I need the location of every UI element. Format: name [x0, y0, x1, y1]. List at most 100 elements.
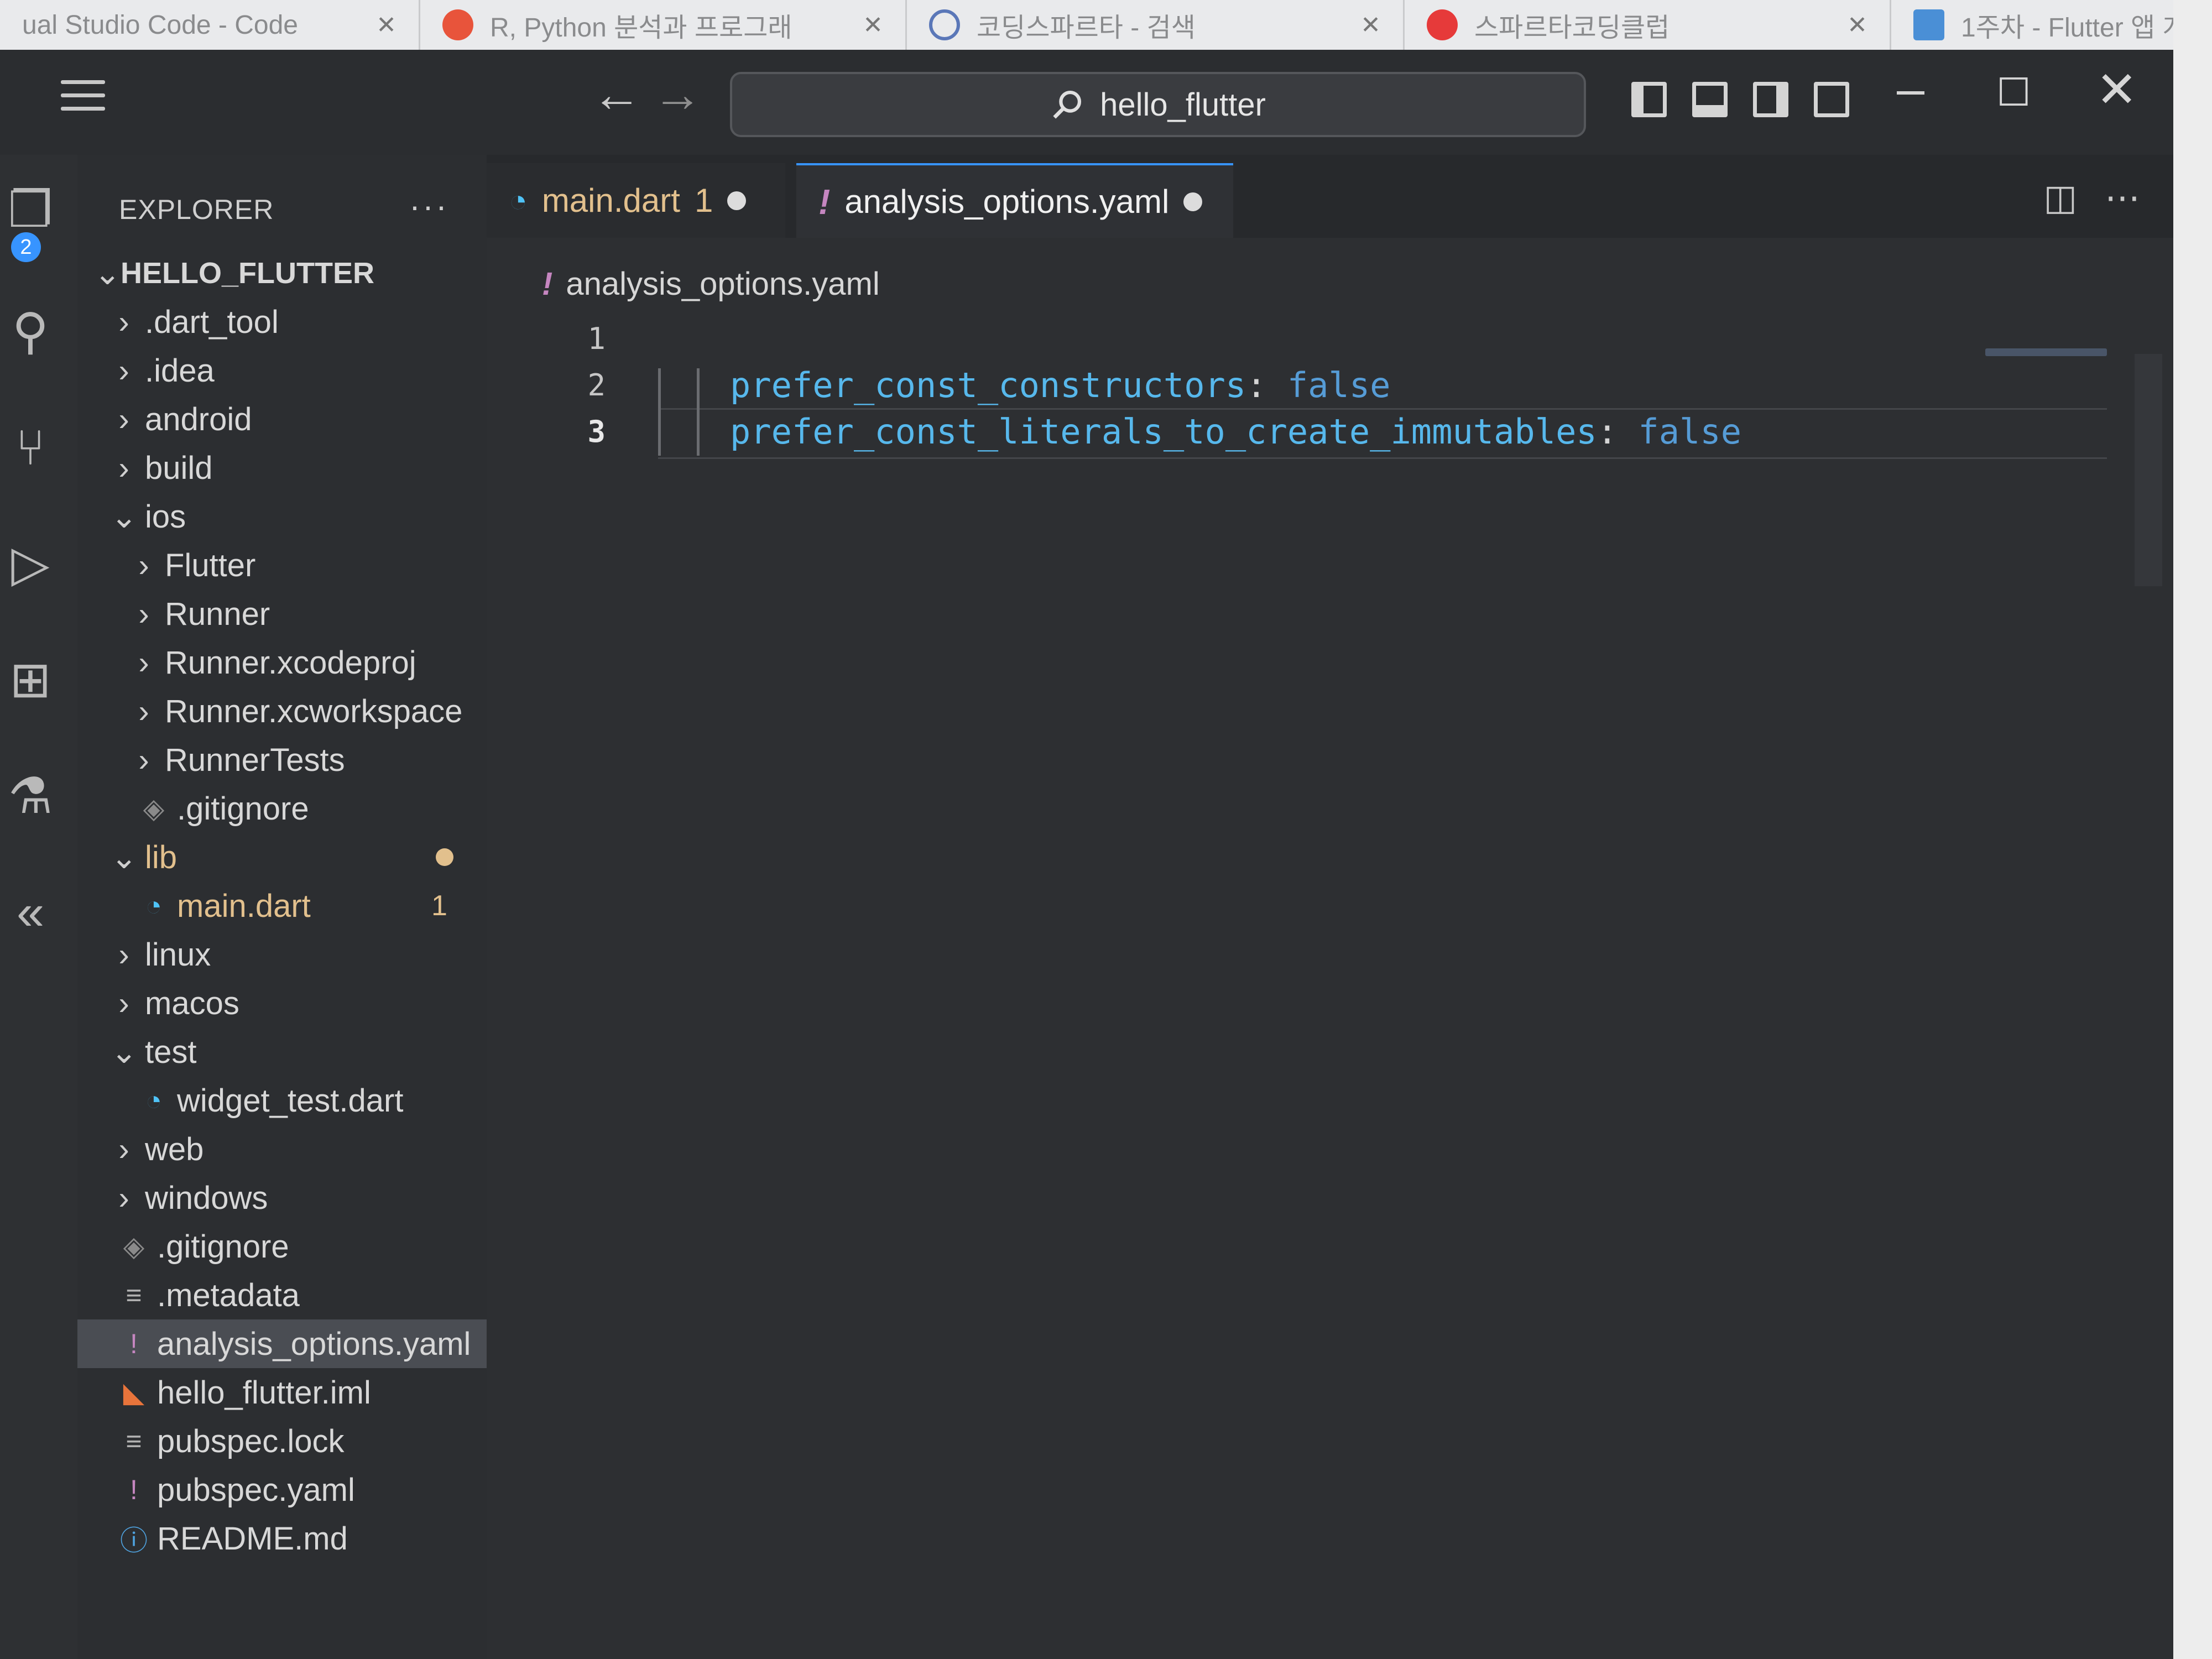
tree-item-label: Runner	[165, 596, 270, 632]
toggle-secondary-sidebar-icon[interactable]	[1753, 82, 1788, 117]
dart-icon: ◔	[145, 1085, 163, 1116]
lines-icon: ≡	[126, 1280, 142, 1311]
search-icon	[1053, 90, 1082, 119]
folder-item[interactable]: › .dart_tool	[77, 298, 487, 346]
arrow-right-icon[interactable]: →	[653, 66, 702, 123]
code-line[interactable]: 2 prefer_const_constructors: false	[487, 362, 2173, 408]
command-center-search[interactable]: hello_flutter	[730, 72, 1586, 137]
customize-layout-icon[interactable]	[1814, 82, 1849, 117]
tab-analysis-options-yaml[interactable]: ! analysis_options.yaml	[796, 163, 1233, 238]
testing-icon[interactable]: ⚗	[3, 769, 58, 824]
file-item[interactable]: ≡ pubspec.lock	[77, 1417, 487, 1465]
tree-item-label: hello_flutter.iml	[157, 1374, 371, 1411]
flutter-icon[interactable]: «	[3, 885, 58, 940]
folder-item[interactable]: › build	[77, 444, 487, 492]
tree-item-label: Runner.xcodeproj	[165, 644, 416, 681]
browser-tab[interactable]: ual Studio Code - Code ✕	[0, 0, 420, 50]
file-item[interactable]: ≡ .metadata	[77, 1271, 487, 1319]
folder-item[interactable]: ⌄ ios	[77, 492, 487, 541]
code-text: prefer_const_literals_to_create_immutabl…	[730, 411, 1741, 452]
file-item[interactable]: ⓘ README.md	[77, 1514, 487, 1563]
folder-item[interactable]: › linux	[77, 930, 487, 979]
more-actions-icon[interactable]: ⋯	[2105, 177, 2140, 218]
folder-item[interactable]: › windows	[77, 1173, 487, 1222]
file-item[interactable]: ◣ hello_flutter.iml	[77, 1368, 487, 1417]
git-icon: ◈	[123, 1231, 145, 1262]
close-icon[interactable]: ✕	[863, 11, 883, 39]
arrow-left-icon[interactable]: ←	[592, 66, 641, 123]
folder-item[interactable]: › android	[77, 395, 487, 444]
git-icon: ◈	[143, 793, 165, 824]
browser-tab[interactable]: R, Python 분석과 프로그래 ✕	[420, 0, 907, 50]
code-line[interactable]: 3 prefer_const_literals_to_create_immuta…	[487, 408, 2173, 455]
more-actions-icon[interactable]: ···	[409, 187, 449, 225]
close-icon[interactable]: ✕	[376, 11, 397, 39]
dart-icon: ◔	[145, 890, 163, 921]
file-item[interactable]: ◔ widget_test.dart	[77, 1076, 487, 1125]
chevron-right-icon: ›	[118, 936, 129, 973]
minimap[interactable]	[1985, 348, 2107, 356]
chevron-right-icon: ›	[138, 742, 149, 778]
tab-main-dart[interactable]: ◔ main.dart 1	[487, 163, 785, 238]
explorer-root-folder[interactable]: ⌄ HELLO_FLUTTER	[77, 249, 487, 298]
maximize-icon[interactable]: ☐	[1996, 70, 2031, 115]
file-item[interactable]: ! analysis_options.yaml	[77, 1319, 487, 1368]
tree-item-label: macos	[145, 985, 239, 1021]
vscode-window: ← → hello_flutter – ☐ ✕ ❐ 2 ⚲ ⑂ ▷ ⊞ ⚗ « …	[0, 50, 2173, 1659]
toggle-primary-sidebar-icon[interactable]	[1631, 82, 1667, 117]
split-editor-icon[interactable]: ◫	[2044, 177, 2077, 218]
browser-tab[interactable]: 스파르타코딩클럽 ✕	[1405, 0, 1891, 50]
close-window-icon[interactable]: ✕	[2096, 61, 2137, 119]
file-item[interactable]: ◔ main.dart 1	[77, 881, 487, 930]
folder-item[interactable]: › Runner.xcodeproj	[77, 638, 487, 687]
file-item[interactable]: ◈ .gitignore	[77, 1222, 487, 1271]
site-favicon-icon	[1913, 9, 1944, 40]
chevron-right-icon: ›	[118, 1131, 129, 1167]
folder-item[interactable]: › web	[77, 1125, 487, 1173]
browser-tab[interactable]: 1주차 - Flutter 앱 개	[1891, 0, 2212, 50]
unsaved-dot-icon[interactable]	[1183, 192, 1203, 211]
unsaved-dot-icon[interactable]	[727, 191, 747, 210]
source-control-icon[interactable]: ⑂	[3, 420, 58, 476]
root-folder-label: HELLO_FLUTTER	[121, 257, 374, 290]
browser-tab[interactable]: 코딩스파르타 - 검색 ✕	[907, 0, 1405, 50]
line-number: 1	[587, 321, 606, 356]
tree-item-label: build	[145, 450, 213, 486]
search-icon[interactable]: ⚲	[3, 304, 58, 359]
chevron-right-icon: ›	[138, 693, 149, 729]
file-item[interactable]: ◈ .gitignore	[77, 784, 487, 833]
folder-item[interactable]: › .idea	[77, 346, 487, 395]
code-line[interactable]: 1	[487, 315, 2173, 362]
yaml-icon: !	[542, 266, 553, 302]
folder-item[interactable]: ⌄ lib	[77, 833, 487, 881]
folder-item[interactable]: › Runner	[77, 589, 487, 638]
explorer-sidebar: EXPLORER ··· ⌄ HELLO_FLUTTER › .dart_tool…	[77, 155, 487, 1659]
tree-item-label: test	[145, 1034, 197, 1070]
folder-item[interactable]: › Flutter	[77, 541, 487, 589]
yaml-value: false	[1638, 411, 1742, 452]
lines-icon: ≡	[126, 1426, 142, 1457]
chevron-right-icon: ›	[118, 985, 129, 1021]
yaml-key: prefer_const_constructors	[730, 364, 1246, 405]
extensions-icon[interactable]: ⊞	[3, 653, 58, 708]
close-icon[interactable]: ✕	[1360, 11, 1381, 39]
activity-bar: ❐ 2 ⚲ ⑂ ▷ ⊞ ⚗ «	[0, 155, 77, 1659]
tree-item-label: windows	[145, 1180, 268, 1216]
breadcrumb[interactable]: ! analysis_options.yaml	[542, 265, 880, 302]
folder-item[interactable]: ⌄ test	[77, 1027, 487, 1076]
folder-item[interactable]: › RunnerTests	[77, 735, 487, 784]
close-icon[interactable]: ✕	[1847, 11, 1867, 39]
folder-item[interactable]: › macos	[77, 979, 487, 1027]
chevron-right-icon: ›	[138, 596, 149, 632]
chevron-down-icon: ⌄	[94, 255, 121, 291]
minimize-icon[interactable]: –	[1897, 61, 1924, 118]
folder-item[interactable]: › Runner.xcworkspace	[77, 687, 487, 735]
menu-icon[interactable]	[61, 80, 105, 113]
file-item[interactable]: ! pubspec.yaml	[77, 1465, 487, 1514]
title-bar: ← → hello_flutter – ☐ ✕	[0, 50, 2173, 155]
tree-item-label: ios	[145, 498, 186, 535]
run-debug-icon[interactable]: ▷	[3, 536, 58, 592]
files-icon[interactable]: ❐	[3, 182, 58, 238]
vertical-scrollbar[interactable]	[2135, 354, 2162, 586]
toggle-panel-icon[interactable]	[1692, 82, 1728, 117]
